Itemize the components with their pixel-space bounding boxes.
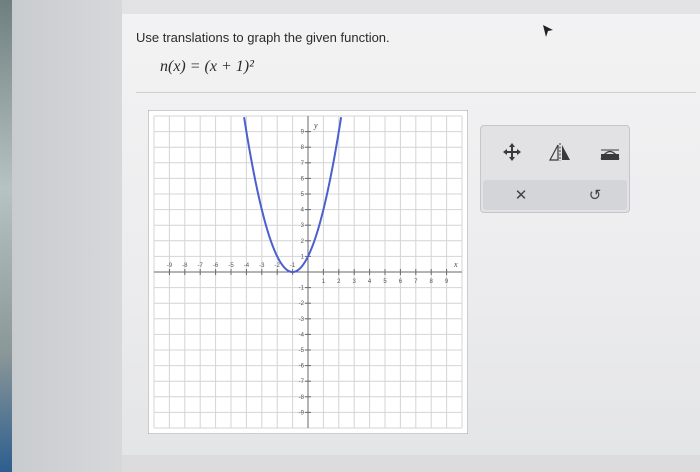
y-tick-label: -3 (299, 317, 305, 323)
bottom-strip (122, 455, 700, 472)
y-axis-label: y (313, 121, 318, 130)
x-tick-label: -6 (213, 263, 219, 269)
x-axis-label: x (453, 260, 458, 269)
x-tick-label: -9 (167, 263, 173, 269)
x-tick-label: -8 (182, 263, 188, 269)
action-row: ✕ ↺ (483, 180, 627, 210)
graph-toolbox: ✕ ↺ (480, 125, 630, 213)
x-tick-label: -5 (228, 263, 234, 269)
x-tick-label: -4 (244, 263, 250, 269)
y-tick-label: -7 (299, 379, 305, 385)
divider (136, 92, 696, 93)
tool-row (481, 126, 631, 178)
coordinate-grid[interactable]: xy -9 -8 -7 -6 -5 -4 -3 -2 -11 2 3 4 5 6 7 8 9987654321-… (147, 109, 469, 435)
reflect-icon (549, 143, 570, 161)
y-tick-label: -6 (299, 364, 305, 370)
stretch-tool-button[interactable] (597, 140, 623, 164)
move-tool-button[interactable] (499, 140, 525, 164)
mouse-cursor-icon (543, 25, 553, 37)
stretch-icon (600, 149, 620, 160)
y-tick-label: -1 (299, 286, 305, 292)
undo-button[interactable]: ↺ (583, 183, 607, 207)
y-tick-label: -8 (299, 395, 305, 401)
top-strip (122, 0, 700, 14)
function-label: n(x) = (x + 1)² (160, 58, 254, 75)
question-prompt: Use translations to graph the given func… (136, 30, 390, 45)
graph-panel[interactable]: xy -9 -8 -7 -6 -5 -4 -3 -2 -1 1 2 3 4 5 6 7 8 9 9 8 7 6 5 4 3 2 1-… (147, 109, 469, 439)
x-tick-label: -1 (290, 263, 296, 269)
side-panel (12, 0, 122, 472)
close-icon: ✕ (514, 187, 528, 204)
y-tick-label: -9 (299, 410, 305, 416)
x-tick-label: -7 (198, 263, 204, 269)
x-tick-label: -2 (275, 263, 281, 269)
y-tick-label: -5 (299, 348, 305, 354)
window-edge (0, 0, 12, 472)
clear-button[interactable]: ✕ (509, 183, 533, 207)
move-icon (503, 143, 521, 161)
reflect-tool-button[interactable] (547, 140, 573, 164)
undo-icon: ↺ (588, 187, 602, 204)
y-tick-label: -4 (299, 332, 305, 338)
y-tick-label: -2 (299, 301, 305, 307)
x-tick-label: -3 (259, 263, 265, 269)
